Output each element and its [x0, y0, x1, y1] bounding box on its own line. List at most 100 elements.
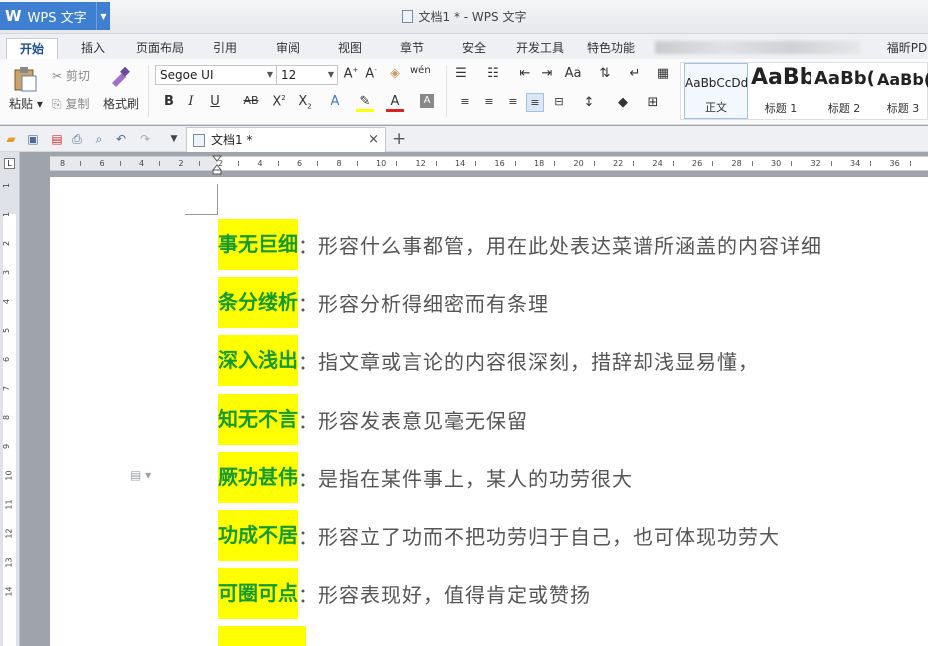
- clear-format-icon[interactable]: ◈: [386, 66, 404, 81]
- font-size-select[interactable]: 12 ▼: [276, 65, 338, 85]
- tab-insert[interactable]: 插入: [70, 38, 116, 59]
- new-tab-icon[interactable]: +: [392, 129, 406, 149]
- table-grid-icon[interactable]: ▦: [654, 66, 672, 81]
- highlight-icon[interactable]: ✎: [356, 94, 374, 112]
- cut-button[interactable]: ✂ 剪切: [52, 67, 90, 84]
- ruler-tick-label: 12: [4, 528, 14, 539]
- tab-foxit-pdf[interactable]: 福昕PD: [882, 38, 928, 59]
- tab-special[interactable]: 特色功能: [582, 38, 640, 59]
- justify-icon[interactable]: ≡: [526, 93, 544, 112]
- change-case-icon[interactable]: Aa: [564, 66, 582, 81]
- save-icon[interactable]: ▣: [25, 131, 41, 147]
- list-item[interactable]: [218, 626, 306, 646]
- ruler-tick-label: 18: [534, 159, 545, 168]
- style-heading-1[interactable]: AaBb 标题 1: [751, 63, 811, 119]
- font-color-icon[interactable]: A: [386, 94, 404, 112]
- italic-icon[interactable]: I: [182, 94, 200, 109]
- tab-references[interactable]: 引用: [202, 38, 248, 59]
- tab-selector[interactable]: L: [0, 152, 20, 177]
- chevron-down-icon: ▼: [266, 70, 273, 79]
- tab-home[interactable]: 开始: [6, 38, 58, 59]
- list-item[interactable]: 深入浅出：指文章或言论的内容很深刻，措辞却浅显易懂，: [218, 335, 759, 386]
- document-tab[interactable]: 文档1 * ×: [186, 127, 386, 152]
- paragraph-layout-icon[interactable]: ▤ ▾: [130, 468, 151, 482]
- text-effect-icon[interactable]: A: [326, 94, 344, 109]
- tab-review[interactable]: 审阅: [265, 38, 311, 59]
- tab-developer[interactable]: 开发工具: [511, 38, 569, 59]
- format-painter-icon[interactable]: [108, 65, 132, 89]
- strikethrough-icon[interactable]: AB: [238, 94, 264, 107]
- bold-icon[interactable]: B: [160, 94, 178, 109]
- ruler-tick-mark: [198, 161, 200, 166]
- char-shading-icon[interactable]: A: [420, 94, 434, 108]
- sort-icon[interactable]: ⇅: [596, 66, 614, 81]
- chevron-down-icon: ▼: [327, 70, 334, 79]
- redo-icon[interactable]: ↷: [137, 131, 153, 147]
- superscript-icon[interactable]: X2: [270, 94, 288, 109]
- font-name-select[interactable]: Segoe UI ▼: [155, 65, 277, 85]
- undo-icon[interactable]: ↶: [113, 131, 129, 147]
- ruler-tick-label: 6: [2, 356, 12, 363]
- print-preview-icon[interactable]: ⌕: [91, 131, 107, 147]
- tab-chapter[interactable]: 章节: [389, 38, 435, 59]
- style-normal[interactable]: AaBbCcDd 正文: [684, 63, 748, 119]
- list-item[interactable]: 条分缕析：形容分析得细密而有条理: [218, 277, 549, 328]
- ruler-tick-label: 36: [889, 159, 900, 168]
- list-item[interactable]: 厥功甚伟：是指在某件事上，某人的功劳很大: [218, 452, 633, 503]
- list-item[interactable]: 可圈可点：形容表现好，值得肯定或赞扬: [218, 568, 591, 619]
- ruler-tick-label: 2: [178, 159, 184, 168]
- grow-font-icon[interactable]: A+: [342, 66, 360, 81]
- paste-icon[interactable]: [10, 65, 42, 93]
- format-painter-button[interactable]: 格式刷: [103, 95, 139, 112]
- line-spacing-icon[interactable]: ↕: [580, 95, 598, 110]
- ruler-tick-mark: [672, 161, 674, 166]
- phonetic-guide-icon[interactable]: wén: [410, 65, 431, 76]
- ruler-tick-mark: [514, 161, 516, 166]
- ruler-tick-mark: [791, 161, 792, 166]
- indent-marker-icon[interactable]: [212, 152, 222, 176]
- distributed-icon[interactable]: ⊟: [550, 95, 568, 108]
- align-left-icon[interactable]: ≡: [456, 95, 474, 108]
- bullet-list-icon[interactable]: ☰: [452, 66, 470, 81]
- list-item[interactable]: 知无不言：形容发表意见毫无保留: [218, 394, 528, 445]
- print-icon[interactable]: ⎙: [69, 131, 85, 147]
- ruler-tick-mark: [751, 161, 753, 166]
- border-icon[interactable]: ⊞: [644, 95, 662, 110]
- underline-icon[interactable]: U: [206, 94, 224, 109]
- subscript-icon[interactable]: X2: [296, 94, 314, 111]
- ruler-tick-label: 5: [2, 327, 12, 334]
- open-folder-icon[interactable]: ▰: [3, 131, 19, 147]
- style-heading-3[interactable]: AaBb( 标题 3: [877, 63, 928, 119]
- align-center-icon[interactable]: ≡: [480, 95, 498, 108]
- paste-button[interactable]: 粘贴 ▾: [9, 95, 43, 112]
- list-item[interactable]: 功成不居：形容立了功而不把功劳归于自己，也可体现功劳大: [218, 510, 780, 561]
- tab-page-layout[interactable]: 页面布局: [132, 38, 188, 59]
- shrink-font-icon[interactable]: A-: [362, 66, 380, 81]
- copy-button[interactable]: ⎘ 复制: [52, 95, 89, 112]
- align-right-icon[interactable]: ≡: [504, 95, 522, 108]
- decrease-indent-icon[interactable]: ⇤: [516, 66, 534, 81]
- style-heading-2[interactable]: AaBb( 标题 2: [814, 63, 874, 119]
- horizontal-ruler[interactable]: 8 6 4 2 2 4 6 8 10 12 14 16 18 20 22 24 26 28 30 32 34 36: [50, 156, 928, 171]
- margin-marker: [217, 184, 218, 215]
- close-icon[interactable]: ×: [368, 128, 379, 152]
- chevron-down-icon[interactable]: ▼: [166, 131, 182, 147]
- ruler-tick-mark: [554, 161, 555, 166]
- ruler-tick-label: 14: [455, 159, 466, 168]
- increase-indent-icon[interactable]: ⇥: [538, 66, 556, 81]
- ruler-tick-label: 26: [692, 159, 703, 168]
- export-pdf-icon[interactable]: ▤: [49, 131, 65, 147]
- document-icon: [401, 10, 413, 23]
- styles-gallery: AaBbCcDd 正文 AaBb 标题 1 AaBb( 标题 2 AaBb( 标…: [680, 62, 928, 120]
- ruler-tick-label: 12: [415, 159, 426, 168]
- list-item[interactable]: 事无巨细：形容什么事都管，用在此处表达菜谱所涵盖的内容详细: [218, 219, 822, 270]
- tab-security[interactable]: 安全: [451, 38, 497, 59]
- ruler-tick-label: 6: [99, 159, 105, 168]
- numbered-list-icon[interactable]: ☷: [484, 66, 502, 81]
- ruler-tick-label: 7: [2, 385, 12, 392]
- vertical-ruler[interactable]: 1 1 2 3 4 5 6 7 8 9 10 11 12 13 14: [0, 177, 20, 646]
- tab-view[interactable]: 视图: [327, 38, 373, 59]
- ruler-tick-mark: [356, 161, 358, 166]
- paragraph-mark-icon[interactable]: ↵: [626, 66, 644, 81]
- shading-fill-icon[interactable]: ◆: [614, 95, 632, 110]
